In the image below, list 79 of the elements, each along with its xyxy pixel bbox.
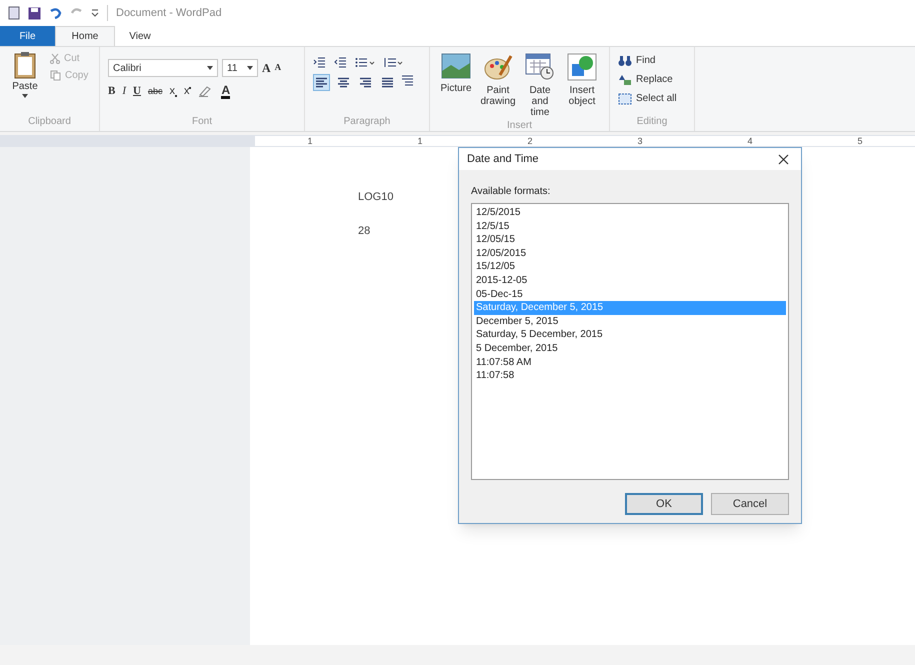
ruler-number: 5 [857,136,862,146]
align-right-icon [359,77,372,88]
caret-icon [22,94,28,98]
insert-button[interactable]: Picture [438,53,474,118]
format-option[interactable]: 11:07:58 [474,369,786,383]
ruler-number: 1 [307,136,312,146]
group-label: Font [192,115,212,129]
editing-button[interactable]: Select all [618,91,686,106]
group-label: Editing [636,115,668,129]
paste-button[interactable]: Paste [8,51,42,98]
formats-list[interactable]: 12/5/2015 12/5/15 12/05/15 12/05/2015 15/12/05 2015-12-05 05-Dec-15 Saturday, December 5, 2015 December 5, 2015 Saturday, 5 December, 2015 5 December, 2015 11:07:58 AM 11:07:58 [471,203,789,480]
sup-button[interactable]: x [184,83,192,100]
dropdown-caret-icon [91,9,99,17]
ribbon-tab[interactable]: Home [55,26,115,46]
document-icon [8,6,20,20]
copy-icon [50,70,61,81]
ruler-number: 1 [417,136,422,146]
format-option[interactable]: 11:07:58 AM [474,356,786,370]
file-tab[interactable]: File [0,26,55,46]
ruler-number: 4 [747,136,752,146]
landscape-picture-icon [441,53,471,79]
dialog-button[interactable]: Cancel [711,493,789,515]
formats-label: Available formats: [471,185,552,199]
undo-icon [49,7,62,19]
align-justify-icon [381,77,394,88]
binoculars-icon [618,54,632,66]
ribbon-tab[interactable]: View [115,26,165,46]
format-option[interactable]: 12/5/2015 [474,206,786,220]
caret-icon [207,66,213,70]
italic-button[interactable]: I [122,83,126,100]
clipboard-icon [13,51,37,79]
insert-button[interactable]: Insert object [564,53,600,118]
line-spacing-icon [383,57,403,68]
format-option[interactable]: Saturday, 5 December, 2015 [474,328,786,342]
font-family-field[interactable]: Calibri [108,59,218,77]
group-label: Clipboard [28,115,71,129]
select-all-icon [618,92,632,104]
paragraph-settings-icon [401,74,414,87]
format-option[interactable]: 12/05/15 [474,233,786,247]
window-title: Document - WordPad [107,4,222,22]
bullet-list-icon [355,57,375,68]
dialog-button[interactable]: OK [625,493,703,515]
calendar-clock-icon [525,53,555,81]
format-option[interactable]: 12/5/15 [474,220,786,234]
document-text: LOG10 [358,190,394,205]
ruler-number: 3 [637,136,642,146]
caret-icon [247,66,253,70]
align-button[interactable] [313,74,330,91]
close-icon [778,154,788,164]
increase-indent-icon [334,57,347,68]
format-option[interactable]: 05-Dec-15 [474,288,786,302]
format-option[interactable]: December 5, 2015 [474,314,786,328]
font-size-field[interactable]: 11 [222,59,258,77]
scissors-icon [50,53,60,64]
font-color-button[interactable]: A [221,84,230,99]
save-icon [28,6,41,20]
underline-button[interactable]: U [133,83,141,100]
sub-button[interactable]: x [169,83,177,100]
format-option[interactable]: 12/05/2015 [474,246,786,260]
palette-brush-icon [483,53,513,81]
bold-button[interactable]: B [108,83,116,100]
ruler-number: 2 [527,136,532,146]
editing-button[interactable]: Replace [618,72,686,87]
shrink-font-button[interactable]: A [274,61,282,75]
group-label: Paragraph [344,115,390,129]
group-label: Insert [506,119,532,133]
format-option[interactable]: 5 December, 2015 [474,342,786,356]
align-center-icon [337,77,350,88]
insert-button[interactable]: Paint drawing [480,53,516,118]
format-option[interactable]: 2015-12-05 [474,274,786,288]
dialog-title: Date and Time [467,152,539,167]
insert-button[interactable]: Date and time [522,53,558,118]
editing-button[interactable]: Find [618,53,686,68]
document-text: 28 [358,224,370,238]
decrease-indent-icon [313,57,326,68]
grow-font-button[interactable]: A [262,59,271,77]
format-option[interactable]: 15/12/05 [474,260,786,274]
strike-button[interactable]: abc [148,84,162,98]
align-left-icon [315,77,328,88]
